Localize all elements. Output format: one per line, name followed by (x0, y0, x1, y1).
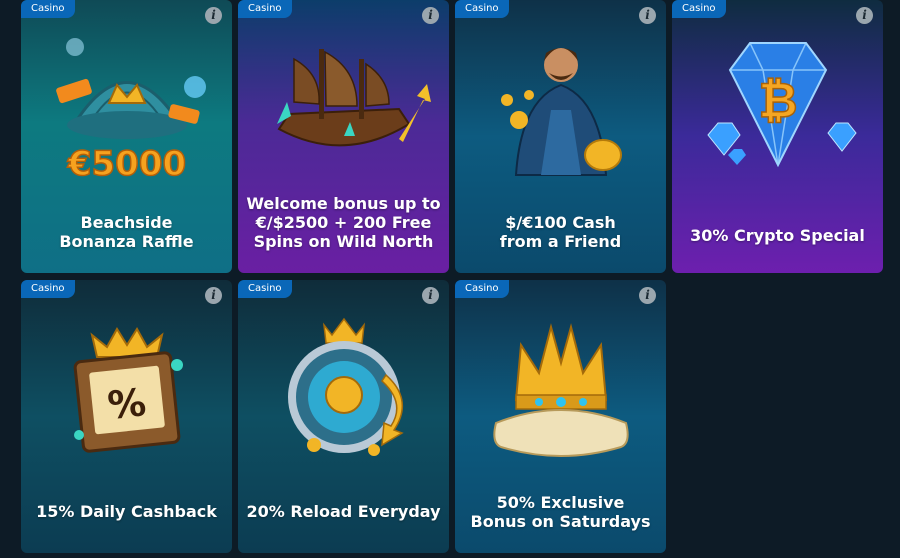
info-icon[interactable]: i (422, 7, 439, 24)
wizard-illustration (455, 24, 666, 186)
category-badge: Casino (238, 280, 292, 298)
promo-title: $/€100 Cash from a Friend (499, 213, 622, 251)
promo-card-beachside-bonanza[interactable]: Casino i €5000 Beachside Bonanza Raffle (21, 0, 232, 273)
promo-card-cash-from-friend[interactable]: Casino i $/€100 Cash from a Friend (455, 0, 666, 273)
percent-icon: % (105, 380, 147, 428)
info-icon[interactable]: i (205, 287, 222, 304)
pirate-ship-illustration (238, 24, 449, 174)
promo-card-daily-cashback[interactable]: Casino i % 15% Daily Cashback (21, 280, 232, 553)
info-icon[interactable]: i (639, 7, 656, 24)
cashback-calendar-illustration: % (21, 304, 232, 466)
promotions-grid: Casino i €5000 Beachside Bonanza Raffle … (21, 0, 883, 553)
promo-card-reload-everyday[interactable]: Casino i 20% Reload Everyday (238, 280, 449, 553)
info-icon[interactable]: i (205, 7, 222, 24)
promo-title: 15% Daily Cashback (36, 502, 217, 521)
info-icon[interactable]: i (856, 7, 873, 24)
prize-amount-text: €5000 (66, 144, 185, 184)
promo-title: 20% Reload Everyday (246, 502, 441, 521)
bitcoin-icon: ₿ (758, 73, 797, 129)
promo-title: 30% Crypto Special (690, 226, 865, 245)
category-badge: Casino (455, 0, 509, 18)
info-icon[interactable]: i (422, 287, 439, 304)
crown-cushion-illustration (455, 304, 666, 466)
promo-card-exclusive-saturdays[interactable]: Casino i 50% Exclusive Bonus on Saturday… (455, 280, 666, 553)
category-badge: Casino (21, 0, 75, 18)
reload-portal-illustration (238, 304, 449, 466)
bitcoin-diamond-illustration: ₿ (672, 24, 883, 186)
promo-card-welcome-bonus[interactable]: Casino i Welcome bonus up to €/$2500 + 2… (238, 0, 449, 273)
category-badge: Casino (455, 280, 509, 298)
info-icon[interactable]: i (639, 287, 656, 304)
category-badge: Casino (238, 0, 292, 18)
category-badge: Casino (21, 280, 75, 298)
promo-title: Welcome bonus up to €/$2500 + 200 Free S… (246, 194, 441, 251)
treasure-shell-illustration: €5000 (21, 24, 232, 186)
category-badge: Casino (672, 0, 726, 18)
promo-title: Beachside Bonanza Raffle (59, 213, 194, 251)
promo-title: 50% Exclusive Bonus on Saturdays (470, 493, 651, 531)
promo-card-crypto-special[interactable]: Casino i ₿ 30% Crypto Special (672, 0, 883, 273)
